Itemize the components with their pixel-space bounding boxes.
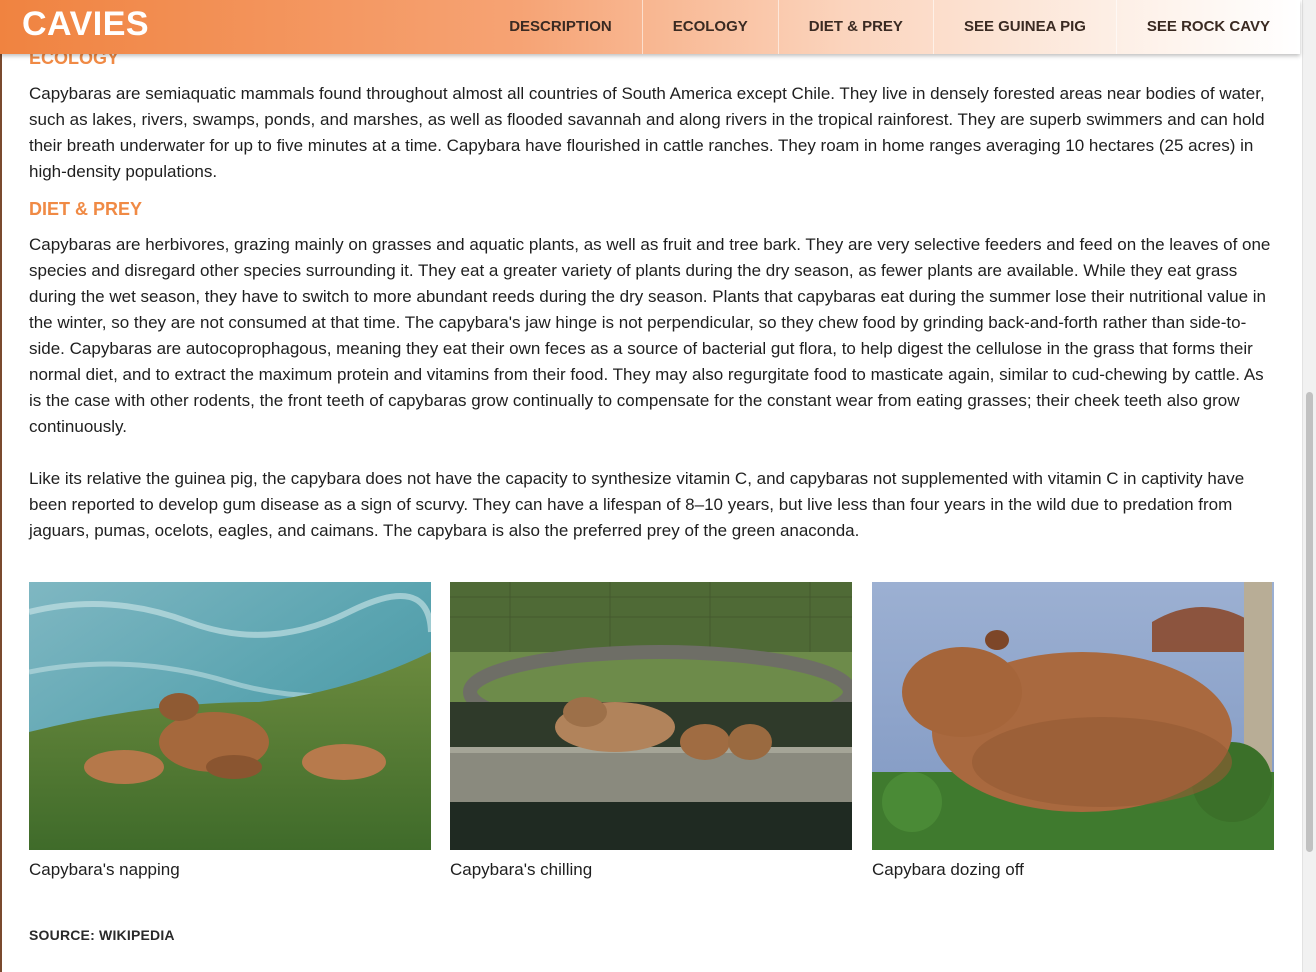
caption-chilling: Capybara's chilling xyxy=(450,860,593,879)
scrollbar-thumb[interactable] xyxy=(1306,392,1313,852)
nav-description[interactable]: DESCRIPTION xyxy=(479,0,642,54)
main-nav: DESCRIPTION ECOLOGY DIET & PREY SEE GUIN… xyxy=(479,0,1300,54)
gallery-item: Capybara dozing off xyxy=(872,582,1274,879)
diet-heading: DIET & PREY xyxy=(29,199,143,219)
window-left-edge xyxy=(0,54,2,972)
nav-see-rock-cavy[interactable]: SEE ROCK CAVY xyxy=(1115,0,1300,54)
capybara-dozing-image[interactable] xyxy=(872,582,1274,850)
diet-paragraph-2: Like its relative the guinea pig, the ca… xyxy=(29,469,1245,540)
ecology-paragraph: Capybaras are semiaquatic mammals found … xyxy=(29,84,1265,181)
top-navbar: CAVIES DESCRIPTION ECOLOGY DIET & PREY S… xyxy=(0,0,1300,54)
source-credit: SOURCE: WIKIPEDIA xyxy=(29,927,175,943)
gallery-item: Capybara's napping xyxy=(29,582,431,879)
gallery-item: Capybara's chilling xyxy=(450,582,852,879)
nav-diet-prey[interactable]: DIET & PREY xyxy=(777,0,933,54)
site-logo[interactable]: CAVIES xyxy=(22,5,149,44)
capybara-chilling-image[interactable] xyxy=(450,582,852,850)
vertical-scrollbar[interactable] xyxy=(1302,0,1316,972)
nav-see-guinea-pig[interactable]: SEE GUINEA PIG xyxy=(932,0,1116,54)
diet-paragraph-1: Capybaras are herbivores, grazing mainly… xyxy=(29,235,1271,436)
nav-ecology[interactable]: ECOLOGY xyxy=(641,0,778,54)
capybara-napping-image[interactable] xyxy=(29,582,431,850)
caption-napping: Capybara's napping xyxy=(29,860,180,879)
caption-dozing: Capybara dozing off xyxy=(872,860,1024,879)
